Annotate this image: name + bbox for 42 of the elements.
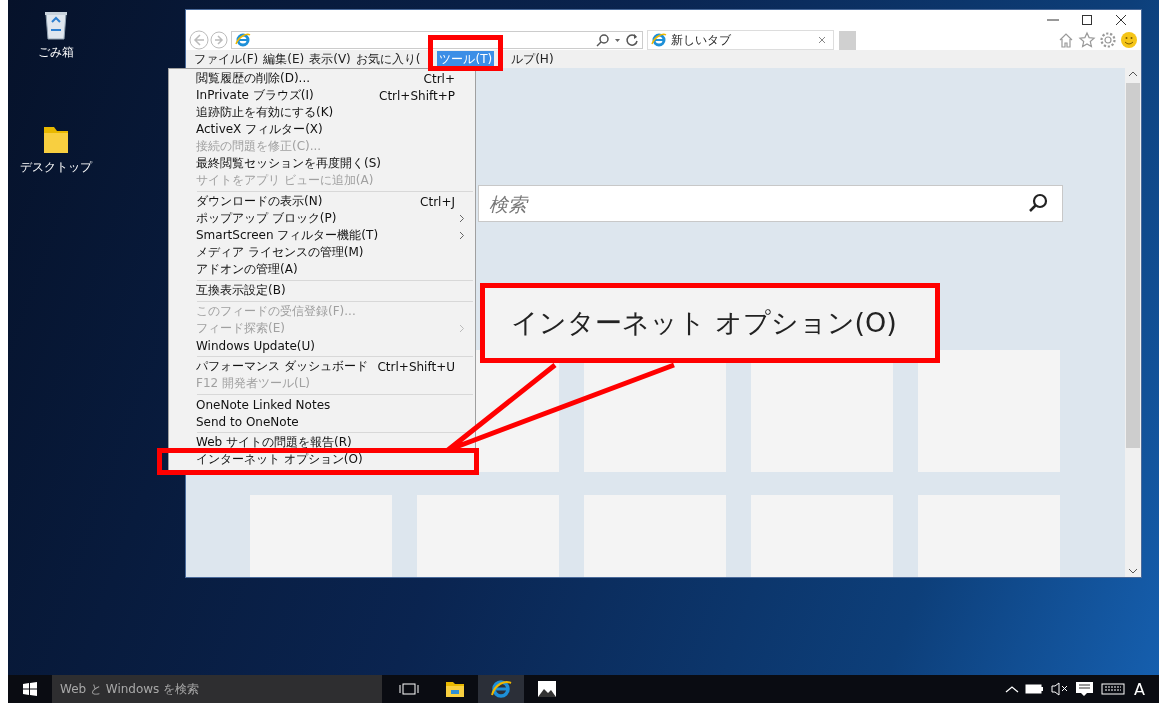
menu-item[interactable]: 互換表示設定(B) xyxy=(169,282,475,299)
search-icon[interactable] xyxy=(1027,192,1049,214)
input-mode-indicator[interactable]: A xyxy=(1128,679,1159,699)
menu-item[interactable]: 閲覧履歴の削除(D)... Ctrl+ xyxy=(169,70,475,87)
search-field[interactable]: 検索 xyxy=(478,185,1063,222)
menu-item[interactable]: Send to OneNote xyxy=(169,413,475,430)
menu-item[interactable]: OneNote Linked Notes xyxy=(169,396,475,413)
menu-bar-item[interactable]: 編集(E) xyxy=(261,50,307,68)
desktop-icon-label[interactable]: デスクトップ xyxy=(20,159,92,176)
menu-bar-item[interactable]: 表示(V) xyxy=(307,50,353,68)
globe-e-icon xyxy=(235,32,251,48)
callout-text: インターネット オプション(O) xyxy=(511,306,897,340)
menu-item[interactable]: SmartScreen フィルター機能(T) xyxy=(169,227,475,244)
scrollbar[interactable] xyxy=(1125,68,1141,577)
menu-bar-item[interactable]: ファイル(F) xyxy=(192,50,261,68)
site-tile[interactable] xyxy=(918,350,1060,472)
menu-item[interactable]: アドオンの管理(A) xyxy=(169,261,475,278)
menu-item[interactable]: ダウンロードの表示(N) Ctrl+J xyxy=(169,193,475,210)
menu-item[interactable]: ポップアップ ブロック(P) xyxy=(169,210,475,227)
menu-item[interactable]: パフォーマンス ダッシュボード Ctrl+Shift+U xyxy=(169,358,475,375)
star-icon[interactable] xyxy=(1078,31,1096,49)
menu-item[interactable]: InPrivate ブラウズ(I) Ctrl+Shift+P xyxy=(169,87,475,104)
menu-item[interactable]: メディア ライセンスの管理(M) xyxy=(169,244,475,261)
menu-item[interactable]: 最終閲覧セッションを再度開く(S) xyxy=(169,155,475,172)
maximize-icon[interactable] xyxy=(1079,13,1095,27)
scroll-thumb[interactable] xyxy=(1126,83,1140,448)
tab-title: 新しいタブ xyxy=(671,31,731,49)
menu-item[interactable]: 追跡防止を有効にする(K) xyxy=(169,104,475,121)
browser-e-icon[interactable] xyxy=(478,675,524,703)
menu-bar-item[interactable]: お気に入り( xyxy=(353,50,423,68)
globe-e-icon xyxy=(651,32,667,48)
menu-item[interactable]: ActiveX フィルター(X) xyxy=(169,121,475,138)
desktop-icon-label[interactable]: ごみ箱 xyxy=(38,44,74,61)
menu-item[interactable]: Windows Update(U) xyxy=(169,337,475,354)
smiley-icon[interactable] xyxy=(1120,31,1138,49)
close-icon[interactable] xyxy=(1113,13,1129,27)
search-field[interactable]: Web と Windows を検索 xyxy=(52,675,382,703)
browser-tab[interactable]: 新しいタブ xyxy=(647,30,834,50)
refresh-icon[interactable] xyxy=(625,33,639,47)
address-bar[interactable] xyxy=(231,31,643,49)
search-icon[interactable] xyxy=(596,33,610,47)
menu-bar-item[interactable]: ルプ(H) xyxy=(509,50,556,68)
